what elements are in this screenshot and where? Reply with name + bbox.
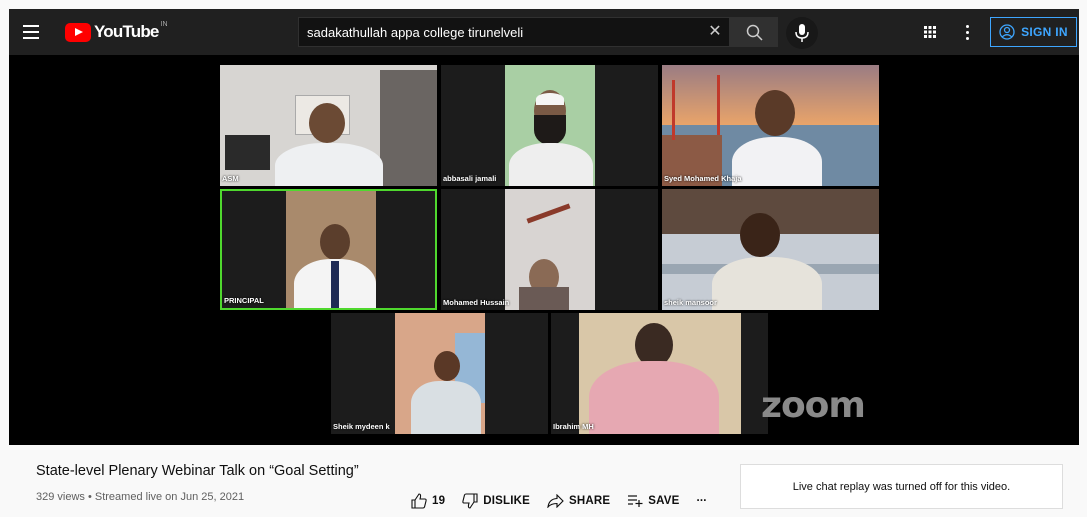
participant-name: Syed Mohamed Khaja [664, 174, 742, 183]
video-meta: 329 views • Streamed live on Jun 25, 202… [36, 491, 245, 503]
participant-name: sheik mansoor [664, 298, 717, 307]
thumbs-up-icon [411, 493, 427, 509]
participant-tile: Syed Mohamed Khaja [662, 65, 879, 186]
zoom-watermark: zoom [761, 385, 866, 426]
sign-in-label: SIGN IN [1021, 25, 1068, 39]
menu-icon[interactable] [23, 20, 49, 44]
save-label: SAVE [648, 495, 680, 507]
clear-search-icon[interactable]: ✕ [705, 22, 725, 42]
voice-search-button[interactable] [786, 17, 818, 49]
microphone-icon [795, 24, 809, 42]
participant-name: Mohamed Hussain [443, 298, 510, 307]
share-button[interactable]: SHARE [547, 494, 610, 508]
play-icon [65, 22, 91, 42]
participant-tile: ASM [220, 65, 437, 186]
participant-name: ASM [222, 174, 239, 183]
chat-message: Live chat replay was turned off for this… [792, 480, 1011, 493]
account-icon [999, 24, 1015, 40]
more-actions-button[interactable]: ... [696, 492, 707, 507]
sign-in-button[interactable]: SIGN IN [990, 17, 1077, 47]
search-input[interactable]: sadakathullah appa college tirunelveli ✕ [298, 17, 730, 47]
save-button[interactable]: SAVE [627, 494, 679, 508]
playlist-add-icon [628, 495, 643, 507]
participant-name: Sheik mydeen k [333, 422, 390, 431]
video-title: State-level Plenary Webinar Talk on “Goa… [36, 463, 359, 479]
more-actions-icon: ... [696, 492, 707, 504]
video-actions: 19 DISLIKE SHARE SAVE ... [411, 491, 724, 511]
youtube-page: YouTube IN sadakathullah appa college ti… [9, 9, 1079, 517]
search-icon [746, 24, 763, 41]
participant-tile: Ibrahim MH [551, 313, 768, 434]
search-button[interactable] [730, 17, 778, 47]
like-button[interactable]: 19 [411, 493, 445, 509]
search-query: sadakathullah appa college tirunelveli [307, 25, 524, 40]
share-label: SHARE [568, 495, 611, 507]
video-player[interactable]: ASM abbasali jamali Syed Mohamed Khaja P… [9, 55, 1079, 445]
logo-text: YouTube [94, 22, 159, 41]
share-icon [547, 494, 564, 508]
participant-tile: abbasali jamali [441, 65, 658, 186]
youtube-logo[interactable]: YouTube IN [65, 20, 168, 42]
dislike-label: DISLIKE [483, 495, 530, 507]
settings-more-icon[interactable] [961, 22, 973, 42]
thumbs-down-icon [462, 493, 478, 509]
participant-tile-active-speaker: PRINCIPAL [220, 189, 437, 310]
participant-name: PRINCIPAL [224, 296, 264, 305]
like-count: 19 [432, 495, 446, 507]
participant-name: Ibrahim MH [553, 422, 594, 431]
apps-grid-icon[interactable] [921, 23, 939, 41]
masthead: YouTube IN sadakathullah appa college ti… [9, 9, 1079, 55]
participant-tile: Mohamed Hussain [441, 189, 658, 310]
participant-name: abbasali jamali [443, 174, 497, 183]
participant-tile: sheik mansoor [662, 189, 879, 310]
live-chat-replay-notice: Live chat replay was turned off for this… [740, 464, 1063, 509]
country-code: IN [160, 20, 168, 28]
dislike-button[interactable]: DISLIKE [462, 493, 530, 509]
participant-tile: Sheik mydeen k [331, 313, 548, 434]
